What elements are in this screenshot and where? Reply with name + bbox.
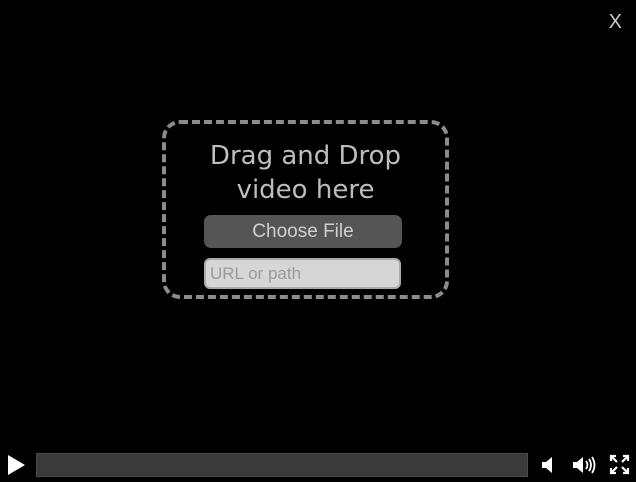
url-input[interactable] [204, 258, 401, 289]
dropzone-title-text: Drag and Drop video here [209, 141, 402, 205]
choose-file-button[interactable]: Choose File [204, 215, 402, 248]
progress-bar[interactable] [36, 453, 528, 477]
close-button[interactable]: X [609, 12, 622, 32]
speaker-volume-icon[interactable] [572, 455, 598, 475]
player-controls [0, 444, 636, 482]
video-dropzone[interactable]: Drag and Drop video here Choose File [162, 120, 449, 299]
play-icon[interactable] [6, 454, 26, 476]
speaker-mute-icon[interactable] [540, 456, 558, 474]
fullscreen-icon[interactable] [609, 454, 630, 475]
dropzone-title: Drag and Drop video here [166, 139, 445, 207]
